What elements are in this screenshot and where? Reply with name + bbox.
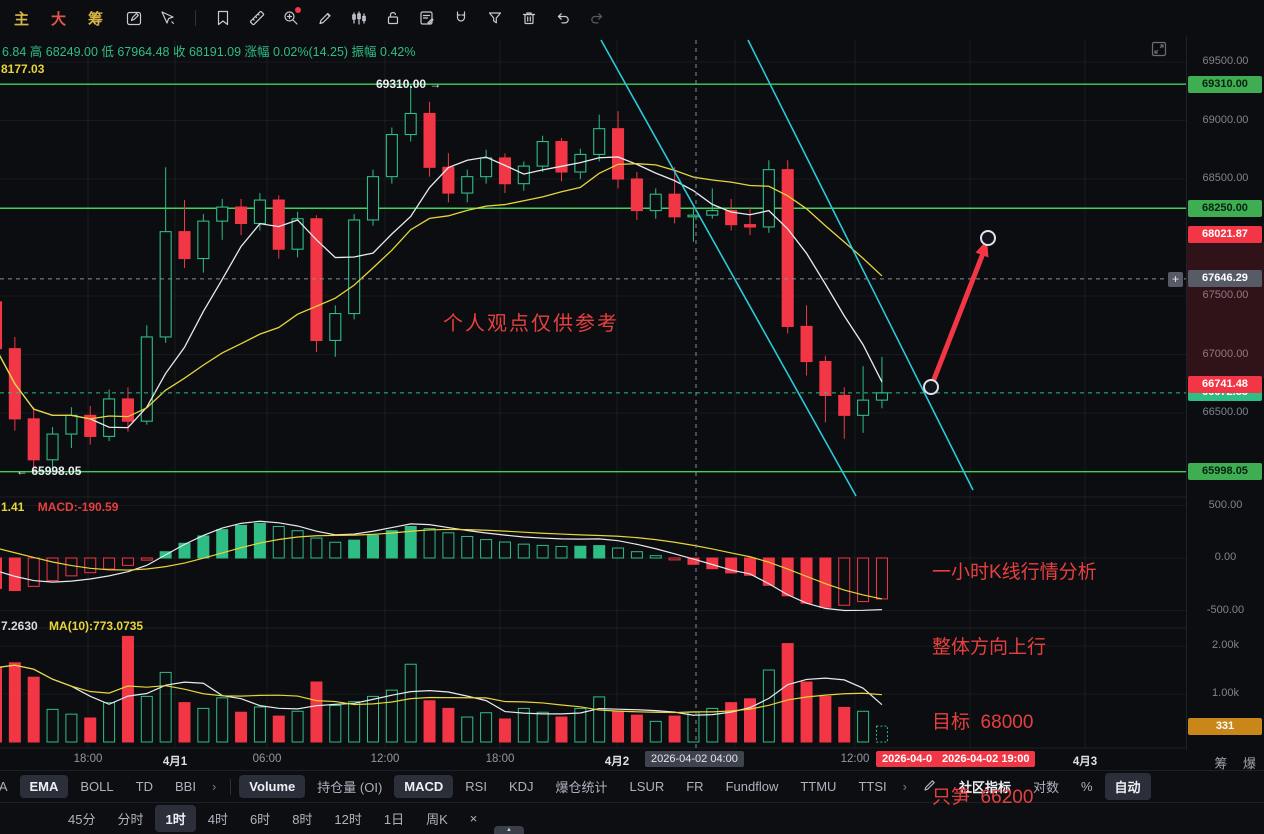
- tab-bar-divider: [230, 778, 232, 795]
- liquidation-toggle[interactable]: 爆: [1243, 756, 1256, 771]
- analysis-line: 一小时K线行情分析: [932, 562, 1097, 583]
- axis-badge-alert[interactable]: 68021.87: [1188, 226, 1262, 244]
- bookmark-icon[interactable]: [214, 9, 232, 27]
- price-line-label-bottom[interactable]: ← 65998.05: [16, 464, 81, 478]
- axis-badge-line: 69310.00: [1188, 75, 1262, 93]
- filter-icon[interactable]: [486, 9, 504, 27]
- time-axis-label: 18:00: [485, 753, 515, 765]
- axis-toggle-group: 筹 爆: [1202, 753, 1256, 772]
- axis-tick: 68500.00: [1202, 172, 1249, 184]
- analysis-line: 只笋 66200: [932, 787, 1034, 808]
- mode-button-main[interactable]: 主: [14, 8, 29, 29]
- notes-icon[interactable]: [418, 9, 436, 27]
- chip-distribution-toggle[interactable]: 筹: [1214, 756, 1227, 771]
- timeframe-tab-8时[interactable]: 8时: [282, 805, 322, 832]
- crosshair-pointer-icon[interactable]: [159, 9, 177, 27]
- time-axis-label: 18:00: [73, 753, 103, 765]
- collapse-panel-tab[interactable]: ▲: [494, 826, 524, 834]
- magnet-icon[interactable]: [452, 9, 470, 27]
- timeframe-tab-×[interactable]: ×: [460, 807, 488, 830]
- volume-header: 7.2630 MA(10):773.0735: [1, 619, 144, 633]
- timeframe-tab-周k[interactable]: 周K: [416, 805, 458, 832]
- axis-tick: 66500.00: [1202, 406, 1249, 418]
- position-zone-band: [1187, 241, 1264, 378]
- analysis-line: 整体方向上行: [932, 637, 1047, 658]
- indicator-tab-自动[interactable]: 自动: [1104, 773, 1151, 800]
- mode-button-chou[interactable]: 筹: [88, 8, 103, 29]
- mode-button-da[interactable]: 大: [51, 8, 66, 29]
- time-axis-label: 4月1: [162, 756, 188, 768]
- undo-icon[interactable]: [554, 9, 572, 27]
- indicator-tab-boll[interactable]: BOLL: [70, 775, 123, 798]
- timeframe-tab-12时[interactable]: 12时: [324, 805, 371, 832]
- indicator-tab-rsi[interactable]: RSI: [455, 775, 497, 798]
- time-axis-label: 12:00: [840, 753, 870, 765]
- macd-header: 1.41 MACD:-190.59: [1, 500, 119, 514]
- indicator-tab-td[interactable]: TD: [126, 775, 163, 798]
- ema-value-label: 8177.03: [1, 62, 45, 76]
- notification-dot: [295, 7, 302, 13]
- indicator-tab-lsur[interactable]: LSUR: [620, 775, 675, 798]
- axis-tick: 0.00: [1214, 551, 1237, 563]
- ruler-icon[interactable]: [248, 9, 266, 27]
- lock-icon[interactable]: [384, 9, 402, 27]
- axis-badge-line: 65998.05: [1188, 463, 1262, 481]
- expand-icon[interactable]: [1150, 40, 1168, 58]
- timeframe-tab-45分[interactable]: 45分: [58, 805, 105, 832]
- indicator-tab-ema[interactable]: EMA: [19, 775, 69, 798]
- trash-icon[interactable]: [520, 9, 538, 27]
- indicator-tab-bbi[interactable]: BBI: [165, 775, 206, 798]
- add-alert-button[interactable]: +: [1168, 272, 1183, 287]
- indicator-tab-›[interactable]: ›: [899, 775, 911, 798]
- crosshair-time-badge: 2026-04-02 04:00: [645, 751, 744, 767]
- brush-icon[interactable]: [316, 9, 334, 27]
- indicator-tab-ma[interactable]: MA: [0, 775, 18, 798]
- indicator-tab-kdj[interactable]: KDJ: [499, 775, 544, 798]
- indicator-tab-volume[interactable]: Volume: [239, 775, 306, 798]
- indicator-tab-macd[interactable]: MACD: [394, 775, 454, 798]
- indicator-tab-爆仓统计[interactable]: 爆仓统计: [546, 773, 618, 800]
- timeframe-tab-分时[interactable]: 分时: [107, 805, 153, 832]
- axis-tick: 1.00k: [1212, 687, 1239, 699]
- axis-badge-line: 68250.00: [1188, 199, 1262, 217]
- timeframe-tab-1时[interactable]: 1时: [155, 805, 196, 832]
- indicator-tab-fundflow[interactable]: Fundflow: [716, 775, 789, 798]
- zoom-in-icon[interactable]: [282, 7, 302, 27]
- timeframe-tab-1日[interactable]: 1日: [374, 805, 414, 832]
- time-axis-label: 12:00: [370, 753, 400, 765]
- indicator-tab-ttsi[interactable]: TTSI: [848, 775, 896, 798]
- indicator-tab-持仓量-oi-[interactable]: 持仓量 (OI): [307, 773, 392, 800]
- price-line-label-top[interactable]: 69310.00 →: [376, 77, 441, 91]
- indicator-tab-fr[interactable]: FR: [676, 775, 713, 798]
- watermark-note: 个人观点仅供参考: [443, 313, 619, 335]
- timeframe-tab-6时[interactable]: 6时: [240, 805, 280, 832]
- axis-tick: 69500.00: [1202, 55, 1249, 67]
- arrow-right-icon: →: [429, 77, 442, 91]
- axis-tick: -500.00: [1206, 603, 1245, 616]
- time-axis-label: 06:00: [252, 753, 282, 765]
- replay-edit-icon[interactable]: [125, 9, 143, 27]
- analysis-annotation: 一小时K线行情分析 整体方向上行 目标 68000 只笋 66200 直营 67…: [932, 510, 1097, 834]
- analysis-line: 目标 68000: [932, 712, 1034, 733]
- axis-tick: 69000.00: [1202, 113, 1249, 126]
- indicator-tab-ttmu[interactable]: TTMU: [790, 775, 846, 798]
- axis-tick: 2.00k: [1212, 639, 1239, 651]
- toolbar-divider: [195, 10, 197, 26]
- trading-app: 主 大 筹 6.84 高 68249.00 低 67964.48 收 68191…: [0, 0, 1264, 834]
- ohlc-readout: 6.84 高 68249.00 低 67964.48 收 68191.09 涨幅…: [2, 45, 416, 59]
- arrow-left-icon: ←: [16, 464, 28, 478]
- axis-badge-volume: 331: [1188, 717, 1262, 735]
- redo-icon[interactable]: [588, 9, 606, 27]
- price-axis[interactable]: 69500.00 69000.00 68500.00 67500.00 67000.00…: [1186, 36, 1264, 750]
- axis-badge-crosshair: 67646.29: [1188, 270, 1262, 288]
- axis-badge-alert[interactable]: 66741.48: [1188, 376, 1262, 394]
- axis-tick: 500.00: [1208, 498, 1243, 511]
- drawing-toolbar: 主 大 筹: [0, 0, 1264, 36]
- time-axis-label: 4月2: [604, 756, 630, 768]
- pattern-icon[interactable]: [350, 9, 368, 27]
- timeframe-tab-4时[interactable]: 4时: [198, 805, 238, 832]
- indicator-tab-›[interactable]: ›: [208, 775, 220, 798]
